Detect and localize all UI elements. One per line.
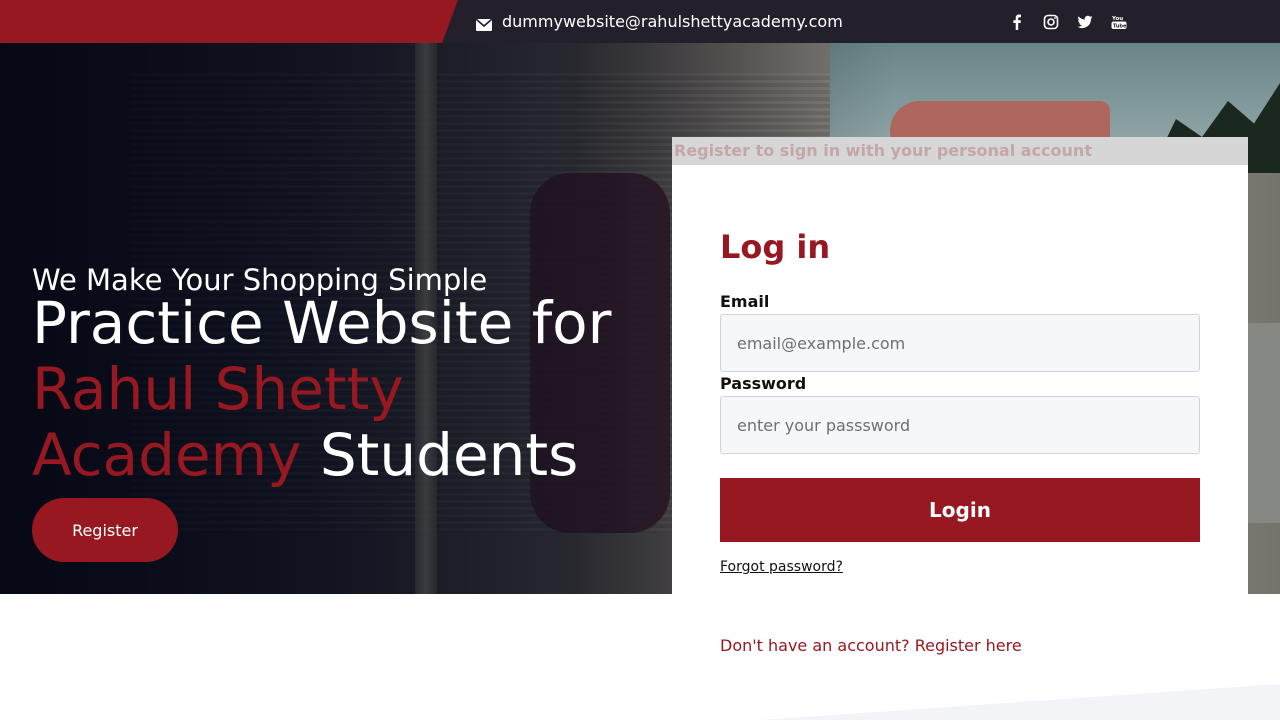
headline-end: Students [319,421,579,489]
contact-email-text: dummywebsite@rahulshettyacademy.com [502,12,843,31]
envelope-icon [475,16,493,31]
top-bar-accent [0,0,458,43]
login-card: Register to sign in with your personal a… [672,137,1248,594]
contact-email: dummywebsite@rahulshettyacademy.com [475,0,843,43]
hero-register-button[interactable]: Register [32,498,178,562]
login-banner: Register to sign in with your personal a… [672,137,1248,165]
social-links: You Tube [1000,0,1136,43]
instagram-icon[interactable] [1034,14,1068,30]
facebook-icon[interactable] [1000,14,1034,30]
email-label: Email [720,292,770,311]
top-bar: dummywebsite@rahulshettyacademy.com You T… [0,0,1280,43]
twitter-icon[interactable] [1068,14,1102,30]
password-field[interactable] [720,396,1200,454]
forgot-password-link[interactable]: Forgot password? [720,559,843,575]
register-here-link[interactable]: Don't have an account? Register here [720,636,1022,655]
password-label: Password [720,374,807,393]
svg-text:You: You [1111,16,1123,22]
headline-line1: Practice Website for [32,289,612,357]
svg-text:Tube: Tube [1113,23,1127,29]
youtube-icon[interactable]: You Tube [1102,14,1136,30]
login-button[interactable]: Login [720,478,1200,542]
hero-headline: Practice Website for Rahul Shetty Academ… [32,290,652,488]
login-title: Log in [720,228,831,266]
bottom-decoration [760,684,1280,720]
email-field[interactable] [720,314,1200,372]
